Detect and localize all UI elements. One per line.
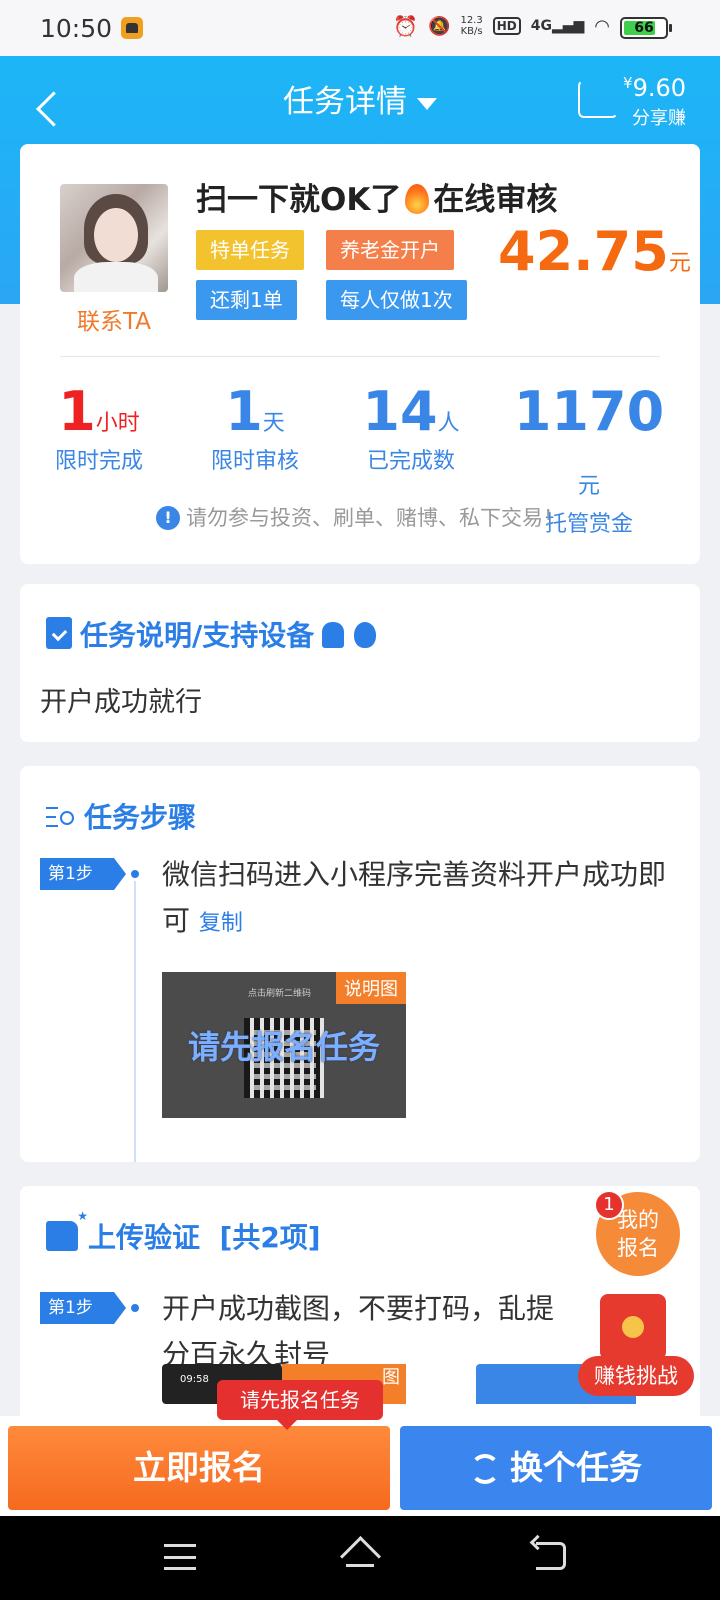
divider bbox=[60, 356, 660, 357]
alarm-icon: ⏰ bbox=[393, 14, 419, 38]
mute-icon: 🔕 bbox=[428, 15, 451, 37]
copy-link[interactable]: 复制 bbox=[199, 911, 243, 936]
signup-button[interactable]: 立即报名 bbox=[8, 1426, 390, 1510]
section-title-description: 任务说明/支持设备 bbox=[46, 614, 377, 654]
tag-remaining: 还剩1单 bbox=[196, 280, 297, 320]
contact-button[interactable]: 联系TA bbox=[60, 302, 168, 336]
android-icon bbox=[322, 622, 345, 648]
thumbs-up-icon bbox=[46, 1209, 88, 1251]
step-illustration-image[interactable]: 点击刷新二维码 请先报名任务 说明图 bbox=[162, 972, 406, 1118]
avatar[interactable] bbox=[60, 184, 168, 292]
chevron-down-icon bbox=[417, 97, 437, 110]
red-envelope-icon bbox=[600, 1294, 666, 1360]
tag-limit: 每人仅做1次 bbox=[326, 280, 467, 320]
image-tag: 说明图 bbox=[336, 972, 406, 1004]
menu-icon[interactable] bbox=[164, 1544, 196, 1570]
section-title-upload: 上传验证 [共2项] bbox=[46, 1209, 321, 1256]
apple-icon bbox=[354, 622, 377, 648]
earn-challenge-button[interactable]: 赚钱挑战 bbox=[578, 1294, 694, 1404]
refresh-icon bbox=[470, 1454, 500, 1484]
warning-notice: ! 请勿参与投资、刷单、赌博、私下交易！ bbox=[20, 502, 700, 532]
tag-special: 特单任务 bbox=[196, 230, 304, 270]
share-amount: ¥9.60 bbox=[623, 74, 686, 102]
task-description-card: 任务说明/支持设备 开户成功就行 bbox=[20, 584, 700, 742]
info-icon: ! bbox=[156, 506, 180, 530]
image-overlay-text: 请先报名任务 bbox=[187, 1028, 380, 1066]
switch-task-button[interactable]: 换个任务 bbox=[400, 1426, 712, 1510]
hd-icon: HD bbox=[492, 17, 521, 35]
app-notification-icon bbox=[121, 17, 143, 39]
fire-icon bbox=[405, 184, 430, 214]
signup-tooltip: 请先报名任务 bbox=[217, 1380, 383, 1430]
status-icons: ⏰ 🔕 12.3 KB/s HD 4G▂▄▆ ◠ bbox=[393, 14, 610, 38]
status-time: 10:50 bbox=[40, 14, 113, 43]
stat-time-limit: 1小时 限时完成 bbox=[54, 380, 143, 474]
system-nav-bar bbox=[0, 1516, 720, 1600]
stat-completed: 14人 已完成数 bbox=[362, 380, 460, 474]
step-text: 微信扫码进入小程序完善资料开户成功即可 复制 bbox=[162, 858, 667, 937]
step-badge: 第1步 bbox=[40, 858, 126, 890]
home-icon[interactable] bbox=[340, 1538, 380, 1574]
bottom-action-bar: 立即报名 换个任务 bbox=[0, 1416, 720, 1516]
wifi-icon: ◠ bbox=[594, 15, 610, 37]
notification-badge: 1 bbox=[594, 1190, 624, 1220]
battery-icon: 66 bbox=[620, 17, 672, 39]
back-icon[interactable] bbox=[536, 1542, 566, 1570]
share-icon bbox=[578, 80, 618, 118]
task-title: 扫一下就OK了 在线审核 bbox=[196, 182, 558, 218]
section-title-steps: 任务步骤 bbox=[46, 796, 196, 836]
net-speed: 12.3 KB/s bbox=[460, 15, 483, 37]
step-badge: 第1步 bbox=[40, 1292, 126, 1324]
my-signups-button[interactable]: 1 我的 报名 bbox=[594, 1190, 680, 1276]
task-price: 42.75元 bbox=[498, 220, 691, 283]
timeline-line bbox=[134, 876, 136, 1162]
timeline-dot bbox=[128, 867, 142, 881]
task-summary-card: 联系TA 扫一下就OK了 在线审核 特单任务 养老金开户 还剩1单 每人仅做1次 … bbox=[20, 144, 700, 564]
status-bar: 10:50 ⏰ 🔕 12.3 KB/s HD 4G▂▄▆ ◠ 66 bbox=[0, 0, 720, 56]
signal-icon: 4G▂▄▆ bbox=[530, 18, 585, 34]
share-label: 分享赚 bbox=[632, 108, 686, 129]
tag-category: 养老金开户 bbox=[326, 230, 454, 270]
description-text: 开户成功就行 bbox=[40, 687, 202, 718]
clipboard-icon bbox=[46, 617, 72, 649]
timeline-dot bbox=[128, 1301, 142, 1315]
task-steps-card: 任务步骤 第1步 微信扫码进入小程序完善资料开户成功即可 复制 点击刷新二维码 … bbox=[20, 766, 700, 1162]
stat-review-limit: 1天 限时审核 bbox=[210, 380, 299, 474]
list-search-icon bbox=[46, 803, 80, 831]
